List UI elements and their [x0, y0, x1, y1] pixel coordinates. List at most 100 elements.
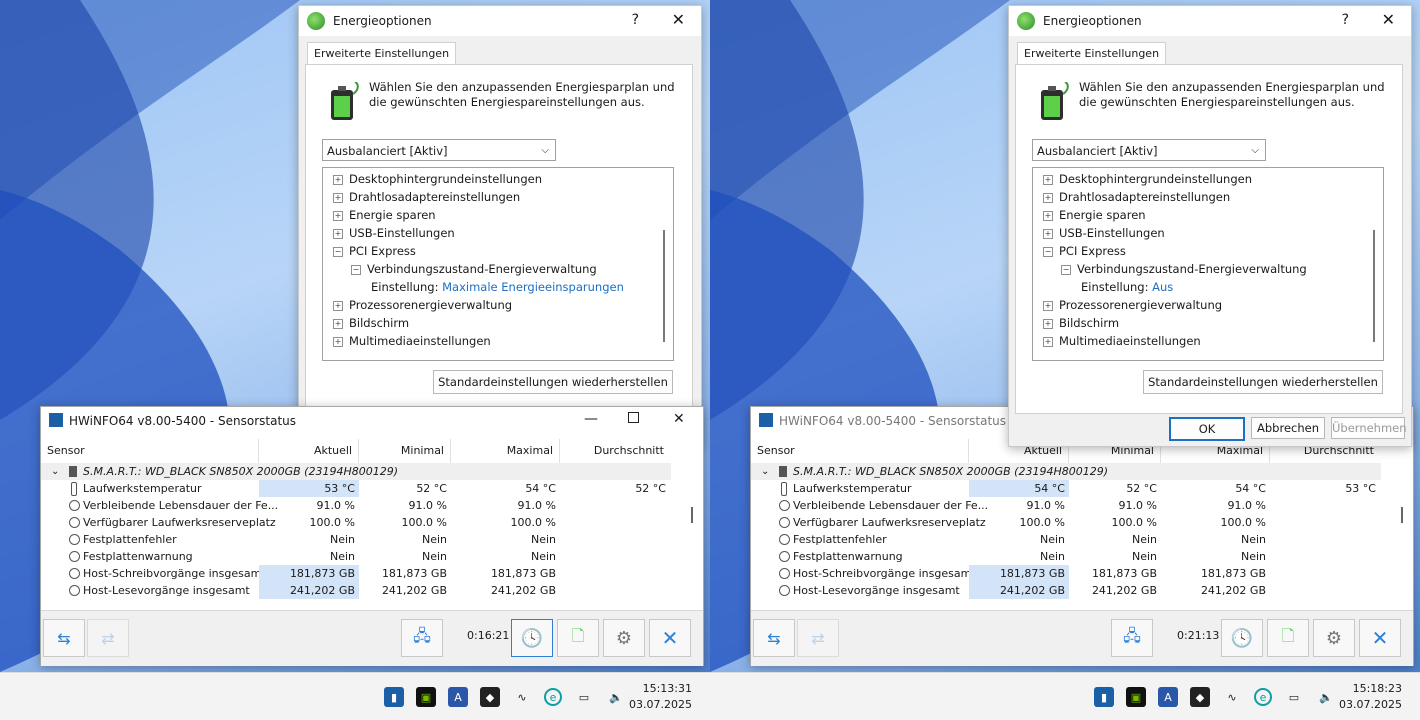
tree-item[interactable]: + USB-Einstellungen — [333, 224, 455, 242]
power-plan-select[interactable]: Ausbalanciert [Aktiv] ⌵ — [322, 139, 556, 161]
hwinfo-tray-icon[interactable]: ▮ — [384, 687, 404, 707]
navigate-right-button[interactable]: ⇄ — [797, 619, 839, 657]
navigate-right-button[interactable]: ⇄ — [87, 619, 129, 657]
column-header-sensor[interactable]: Sensor — [41, 439, 259, 463]
app-tray-icon[interactable]: ◆ — [1190, 687, 1210, 707]
app-n-tray-icon[interactable]: ∿ — [1222, 687, 1242, 707]
close-sensors-button[interactable]: ✕ — [649, 619, 691, 657]
volume-icon[interactable]: 🔈 — [1316, 687, 1336, 707]
tree-item[interactable]: + Multimediaeinstellungen — [333, 332, 491, 350]
taskbar-clock[interactable]: 15:13:31 03.07.2025 — [629, 681, 692, 713]
close-sensors-button[interactable]: ✕ — [1359, 619, 1401, 657]
log-button[interactable]: 🗋 — [557, 619, 599, 657]
log-button[interactable]: 🗋 — [1267, 619, 1309, 657]
tree-item[interactable]: + Prozessorenergieverwaltung — [333, 296, 512, 314]
table-row[interactable]: Verfügbarer Laufwerksreserveplatz 100.0 %… — [751, 514, 1381, 531]
close-button[interactable]: ✕ — [1382, 10, 1395, 29]
help-button[interactable]: ? — [1342, 12, 1349, 28]
network-tray-icon[interactable]: ▭ — [574, 687, 594, 707]
close-icon[interactable]: ✕ — [673, 411, 685, 427]
tree-setting-row: Einstellung: Maximale Energieeinsparunge… — [371, 278, 624, 296]
clock-date: 03.07.2025 — [629, 698, 692, 711]
tree-scrollbar[interactable] — [663, 230, 665, 342]
tab-advanced-settings[interactable]: Erweiterte Einstellungen — [1017, 42, 1167, 65]
column-header-average[interactable]: Durchschnitt — [560, 439, 670, 463]
settings-button[interactable]: ⚙ — [603, 619, 645, 657]
column-header-minimum[interactable]: Minimal — [359, 439, 451, 463]
help-button[interactable]: ? — [632, 12, 639, 28]
volume-icon[interactable]: 🔈 — [606, 687, 626, 707]
minimize-icon[interactable]: — — [584, 411, 598, 427]
nvidia-tray-icon[interactable]: ▣ — [1126, 687, 1146, 707]
table-scrollbar[interactable] — [1401, 507, 1403, 523]
tree-item[interactable]: + Bildschirm — [333, 314, 409, 332]
clock-button[interactable]: 🕓 — [1221, 619, 1263, 657]
device-group-row[interactable]: ⌄ S.M.A.R.T.: WD_BLACK SN850X 2000GB (23… — [751, 463, 1381, 480]
setting-value-link[interactable]: Aus — [1152, 280, 1173, 294]
tree-item[interactable]: − Verbindungszustand-Energieverwaltung — [351, 260, 597, 278]
table-row[interactable]: Verbleibende Lebensdauer der Fe... 91.0 %… — [751, 497, 1381, 514]
app-tray-icon[interactable]: ◆ — [480, 687, 500, 707]
taskbar-clock[interactable]: 15:18:23 03.07.2025 — [1339, 681, 1402, 713]
tree-item-label: USB-Einstellungen — [1059, 226, 1165, 240]
tree-item[interactable]: + Desktophintergrundeinstellungen — [1043, 170, 1252, 188]
maximize-icon[interactable] — [628, 412, 639, 423]
table-scrollbar[interactable] — [691, 507, 693, 523]
table-row[interactable]: Host-Lesevorgänge insgesamt 241,202 GB 241… — [41, 582, 671, 599]
navigate-left-button[interactable]: ⇆ — [753, 619, 795, 657]
cell-min: 241,202 GB — [381, 584, 447, 597]
tab-advanced-settings[interactable]: Erweiterte Einstellungen — [307, 42, 457, 65]
app-n-tray-icon[interactable]: ∿ — [512, 687, 532, 707]
column-header-sensor[interactable]: Sensor — [751, 439, 969, 463]
tree-item[interactable]: + Drahtlosadaptereinstellungen — [333, 188, 520, 206]
tree-scrollbar[interactable] — [1373, 230, 1375, 342]
nvidia-tray-icon[interactable]: ▣ — [416, 687, 436, 707]
device-group-row[interactable]: ⌄ S.M.A.R.T.: WD_BLACK SN850X 2000GB (23… — [41, 463, 671, 480]
table-row[interactable]: Verbleibende Lebensdauer der Fe... 91.0 %… — [41, 497, 671, 514]
power-plan-select[interactable]: Ausbalanciert [Aktiv] ⌵ — [1032, 139, 1266, 161]
network-button[interactable]: 🖧 — [401, 619, 443, 657]
app-e-tray-icon[interactable]: e — [1254, 688, 1272, 706]
restore-defaults-button[interactable]: Standardeinstellungen wiederherstellen — [1143, 370, 1383, 394]
table-row[interactable]: Host-Schreibvorgänge insgesamt 181,873 GB… — [41, 565, 671, 582]
settings-button[interactable]: ⚙ — [1313, 619, 1355, 657]
navigate-left-button[interactable]: ⇆ — [43, 619, 85, 657]
table-row[interactable]: Verfügbarer Laufwerksreserveplatz 100.0 %… — [41, 514, 671, 531]
restore-defaults-button[interactable]: Standardeinstellungen wiederherstellen — [433, 370, 673, 394]
table-row[interactable]: Festplattenfehler Nein Nein Nein — [751, 531, 1381, 548]
network-tray-icon[interactable]: ▭ — [1284, 687, 1304, 707]
sensor-name: Festplattenfehler — [793, 533, 887, 546]
tree-item[interactable]: − PCI Express — [1043, 242, 1126, 260]
tree-item[interactable]: + Energie sparen — [1043, 206, 1146, 224]
close-button[interactable]: ✕ — [672, 10, 685, 29]
cancel-button[interactable]: Abbrechen — [1251, 417, 1325, 439]
tree-item[interactable]: + Prozessorenergieverwaltung — [1043, 296, 1222, 314]
table-row[interactable]: Festplattenfehler Nein Nein Nein — [41, 531, 671, 548]
tree-item[interactable]: + Energie sparen — [333, 206, 436, 224]
tree-item[interactable]: − PCI Express — [333, 242, 416, 260]
ok-button[interactable]: OK — [1169, 417, 1245, 441]
apply-button[interactable]: Übernehmen — [1331, 417, 1407, 439]
network-button[interactable]: 🖧 — [1111, 619, 1153, 657]
column-header-current[interactable]: Aktuell — [259, 439, 359, 463]
tree-item[interactable]: + Bildschirm — [1043, 314, 1119, 332]
tree-item[interactable]: + USB-Einstellungen — [1043, 224, 1165, 242]
table-row[interactable]: Laufwerkstemperatur 53 °C 52 °C 54 °C 52 °C — [41, 480, 671, 497]
column-header-maximum[interactable]: Maximal — [451, 439, 560, 463]
table-row[interactable]: Festplattenwarnung Nein Nein Nein — [41, 548, 671, 565]
tree-item[interactable]: + Desktophintergrundeinstellungen — [333, 170, 542, 188]
clock-button[interactable]: 🕓 — [511, 619, 553, 657]
setting-value-link[interactable]: Maximale Energieeinsparungen — [442, 280, 624, 294]
table-row[interactable]: Host-Lesevorgänge insgesamt 241,202 GB 241… — [751, 582, 1381, 599]
table-row[interactable]: Laufwerkstemperatur 54 °C 52 °C 54 °C 53 °C — [751, 480, 1381, 497]
app-e-tray-icon[interactable]: e — [544, 688, 562, 706]
app-a-tray-icon[interactable]: A — [1158, 687, 1178, 707]
hwinfo-tray-icon[interactable]: ▮ — [1094, 687, 1114, 707]
tree-item[interactable]: + Multimediaeinstellungen — [1043, 332, 1201, 350]
tree-item[interactable]: − Verbindungszustand-Energieverwaltung — [1061, 260, 1307, 278]
elapsed-timer: 0:21:13 — [1177, 629, 1220, 642]
tree-item[interactable]: + Drahtlosadaptereinstellungen — [1043, 188, 1230, 206]
app-a-tray-icon[interactable]: A — [448, 687, 468, 707]
table-row[interactable]: Host-Schreibvorgänge insgesamt 181,873 GB… — [751, 565, 1381, 582]
table-row[interactable]: Festplattenwarnung Nein Nein Nein — [751, 548, 1381, 565]
